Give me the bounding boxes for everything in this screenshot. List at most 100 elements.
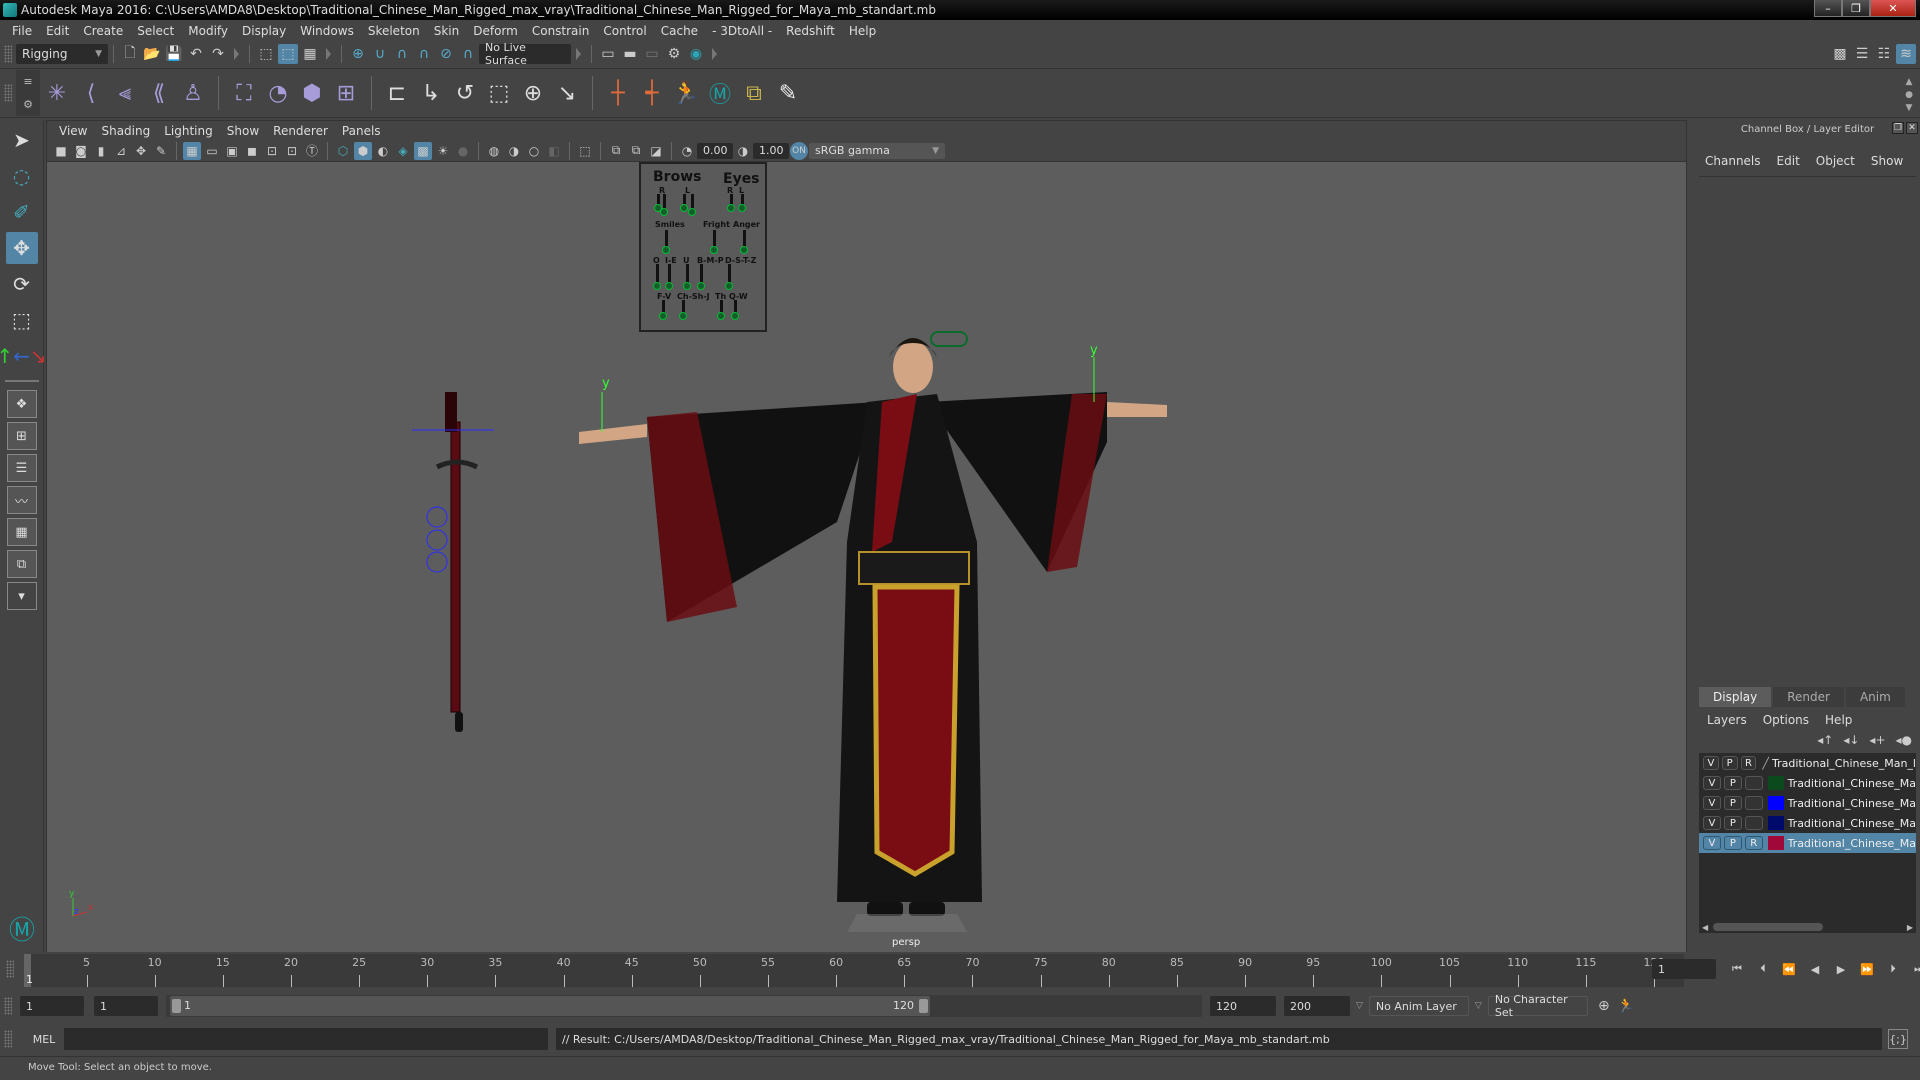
channel-box-toggle-icon[interactable]: ≋ (1896, 44, 1916, 64)
playback-toggle[interactable]: P (1721, 756, 1738, 770)
scrollbar-thumb[interactable] (1713, 923, 1823, 931)
render-current-icon[interactable]: ▬ (620, 44, 640, 64)
camera-select-icon[interactable]: ■ (52, 142, 70, 160)
shelf-scroll[interactable]: ▲ ● ▼ (1902, 77, 1916, 113)
grid-icon[interactable]: ▦ (183, 141, 201, 160)
lasso-tool-icon[interactable]: ◌ (6, 160, 38, 192)
new-scene-icon[interactable]: 🗋 (120, 44, 140, 64)
resolution-gate-icon[interactable]: ▣ (223, 142, 241, 160)
xray-icon[interactable]: ⧉ (607, 142, 625, 160)
snap-live-icon[interactable]: ⊘ (436, 44, 456, 64)
scroll-right-icon[interactable]: ▶ (1907, 923, 1913, 932)
chevron-down-icon[interactable]: ▽ (1356, 1001, 1363, 1011)
menu-deform[interactable]: Deform (467, 24, 526, 38)
range-slider-track[interactable]: 1 120 (166, 995, 1202, 1017)
playback-toggle[interactable]: P (1723, 776, 1742, 790)
textured-icon[interactable]: ▩ (414, 141, 432, 160)
command-language-toggle[interactable]: MEL (24, 1033, 64, 1046)
paint-weights-icon[interactable]: ◔ (261, 76, 295, 110)
scale-tool-icon[interactable]: ⬚ (6, 304, 38, 336)
pole-vector-icon[interactable]: ↘ (550, 76, 584, 110)
scroll-left-icon[interactable]: ◀ (1702, 923, 1708, 932)
close-panel-icon[interactable]: ✕ (1906, 122, 1918, 134)
minimize-button[interactable]: – (1814, 0, 1842, 17)
menu-constrain[interactable]: Constrain (526, 24, 598, 38)
tab-display[interactable]: Display (1699, 687, 1772, 707)
anti-aliasing-icon[interactable]: ○ (525, 142, 543, 160)
attribute-editor-icon[interactable]: ☰ (1852, 44, 1872, 64)
shelf-settings-icon[interactable]: ⚙ (23, 98, 33, 111)
playback-end-field[interactable]: 120 (1210, 996, 1276, 1016)
anim-layer-dropdown[interactable]: No Anim Layer (1368, 996, 1469, 1016)
visibility-toggle[interactable]: V (1703, 816, 1721, 830)
layer-color-swatch[interactable] (1767, 816, 1784, 830)
grip-handle[interactable] (4, 84, 12, 102)
use-all-lights-icon[interactable]: ☀ (434, 142, 452, 160)
snap-grid-icon[interactable]: ⊕ (348, 44, 368, 64)
layers-icon[interactable]: ⧉ (737, 76, 771, 110)
undo-icon[interactable]: ↶ (186, 44, 206, 64)
layer-color-swatch[interactable] (1767, 796, 1784, 810)
grease-pencil-icon[interactable]: ✎ (152, 142, 170, 160)
reference-toggle[interactable] (1744, 776, 1763, 790)
select-component-icon[interactable]: ▦ (300, 44, 320, 64)
animation-end-field[interactable]: 200 (1284, 996, 1350, 1016)
go-to-end-icon[interactable]: ⏭ (1909, 959, 1920, 979)
gamma-icon[interactable]: ◑ (734, 142, 752, 160)
range-end-handle[interactable] (919, 999, 928, 1013)
menu-modify[interactable]: Modify (182, 24, 236, 38)
character-set-dropdown[interactable]: No Character Set (1487, 993, 1588, 1019)
aim-constraint-icon[interactable]: ⊕ (516, 76, 550, 110)
menu-3dtoall[interactable]: - 3DtoAll - (706, 24, 780, 38)
playback-toggle[interactable]: P (1723, 816, 1742, 830)
film-gate-icon[interactable]: ▭ (203, 142, 221, 160)
render-settings-icon[interactable]: ⚙ (664, 44, 684, 64)
panel-menu-view[interactable]: View (53, 124, 95, 138)
move-layer-down-icon[interactable]: ◂↓ (1843, 733, 1859, 747)
move-layer-up-icon[interactable]: ◂↑ (1817, 733, 1833, 747)
xray-joints-icon[interactable]: ⧉ (627, 142, 645, 160)
scroll-down-icon[interactable]: ▼ (1906, 103, 1913, 113)
current-frame-field[interactable]: 1 (1652, 959, 1716, 979)
universal-manipulator-icon[interactable]: ↑ ← ↘ (0, 340, 47, 372)
cb-menu-show[interactable]: Show (1871, 154, 1919, 168)
hypershade-icon[interactable]: ◉ (686, 44, 706, 64)
modeling-toolkit-icon[interactable]: ▩ (1830, 44, 1850, 64)
cb-menu-channels[interactable]: Channels (1705, 154, 1777, 168)
menu-skin[interactable]: Skin (428, 24, 468, 38)
scroll-thumb-icon[interactable]: ● (1905, 90, 1913, 100)
scale-constraint-icon[interactable]: ⬚ (482, 76, 516, 110)
grip-handle[interactable] (4, 1030, 12, 1048)
layer-row[interactable]: V P Traditional_Chinese_Ma (1699, 813, 1916, 833)
play-forward-icon[interactable]: ▶ (1831, 959, 1851, 979)
insert-joint-icon[interactable]: ⟪ (142, 76, 176, 110)
persp-graph-layout-icon[interactable]: 〰 (6, 486, 37, 514)
layer-name[interactable]: Traditional_Chinese_Ma (1788, 837, 1916, 850)
ik-handle-icon[interactable]: ⟨ (74, 76, 108, 110)
playback-toggle[interactable]: P (1723, 836, 1742, 850)
persp-outliner-layout-icon[interactable]: ☰ (6, 454, 37, 482)
collapse-arrow-icon[interactable] (712, 48, 717, 60)
safe-title-icon[interactable]: Ⓣ (303, 142, 321, 160)
point-constraint-icon[interactable]: ↳ (414, 76, 448, 110)
time-slider-track[interactable]: 1 5 10 15 20 25 30 35 40 45 50 55 60 65 70 75 80 85 90 95 1… (24, 954, 1684, 987)
grip-handle[interactable] (4, 45, 12, 63)
menu-redshift[interactable]: Redshift (780, 24, 843, 38)
snap-magnet-icon[interactable]: ∩ (458, 44, 478, 64)
3d-viewport[interactable]: Brows Eyes R L R L Smiles Fright Anger O I-E U B-M-P… (47, 162, 1686, 952)
wireframe-icon[interactable]: ⬡ (334, 142, 352, 160)
le-menu-layers[interactable]: Layers (1707, 713, 1763, 727)
snap-curve-icon[interactable]: ∪ (370, 44, 390, 64)
joint-tool-icon[interactable]: ✳ (40, 76, 74, 110)
visibility-toggle[interactable]: V (1703, 796, 1721, 810)
motion-blur-icon[interactable]: ◑ (505, 142, 523, 160)
tool-settings-icon[interactable]: ☷ (1874, 44, 1894, 64)
command-input[interactable] (64, 1028, 548, 1050)
script-editor-icon[interactable]: {;} (1888, 1029, 1908, 1049)
reference-toggle[interactable] (1744, 796, 1763, 810)
reference-toggle[interactable] (1744, 816, 1763, 830)
layer-row[interactable]: V P Traditional_Chinese_Ma (1699, 793, 1916, 813)
safe-action-icon[interactable]: ⊡ (283, 142, 301, 160)
new-layer-selected-icon[interactable]: ◂● (1896, 733, 1913, 747)
new-layer-icon[interactable]: ◂+ (1869, 733, 1885, 747)
